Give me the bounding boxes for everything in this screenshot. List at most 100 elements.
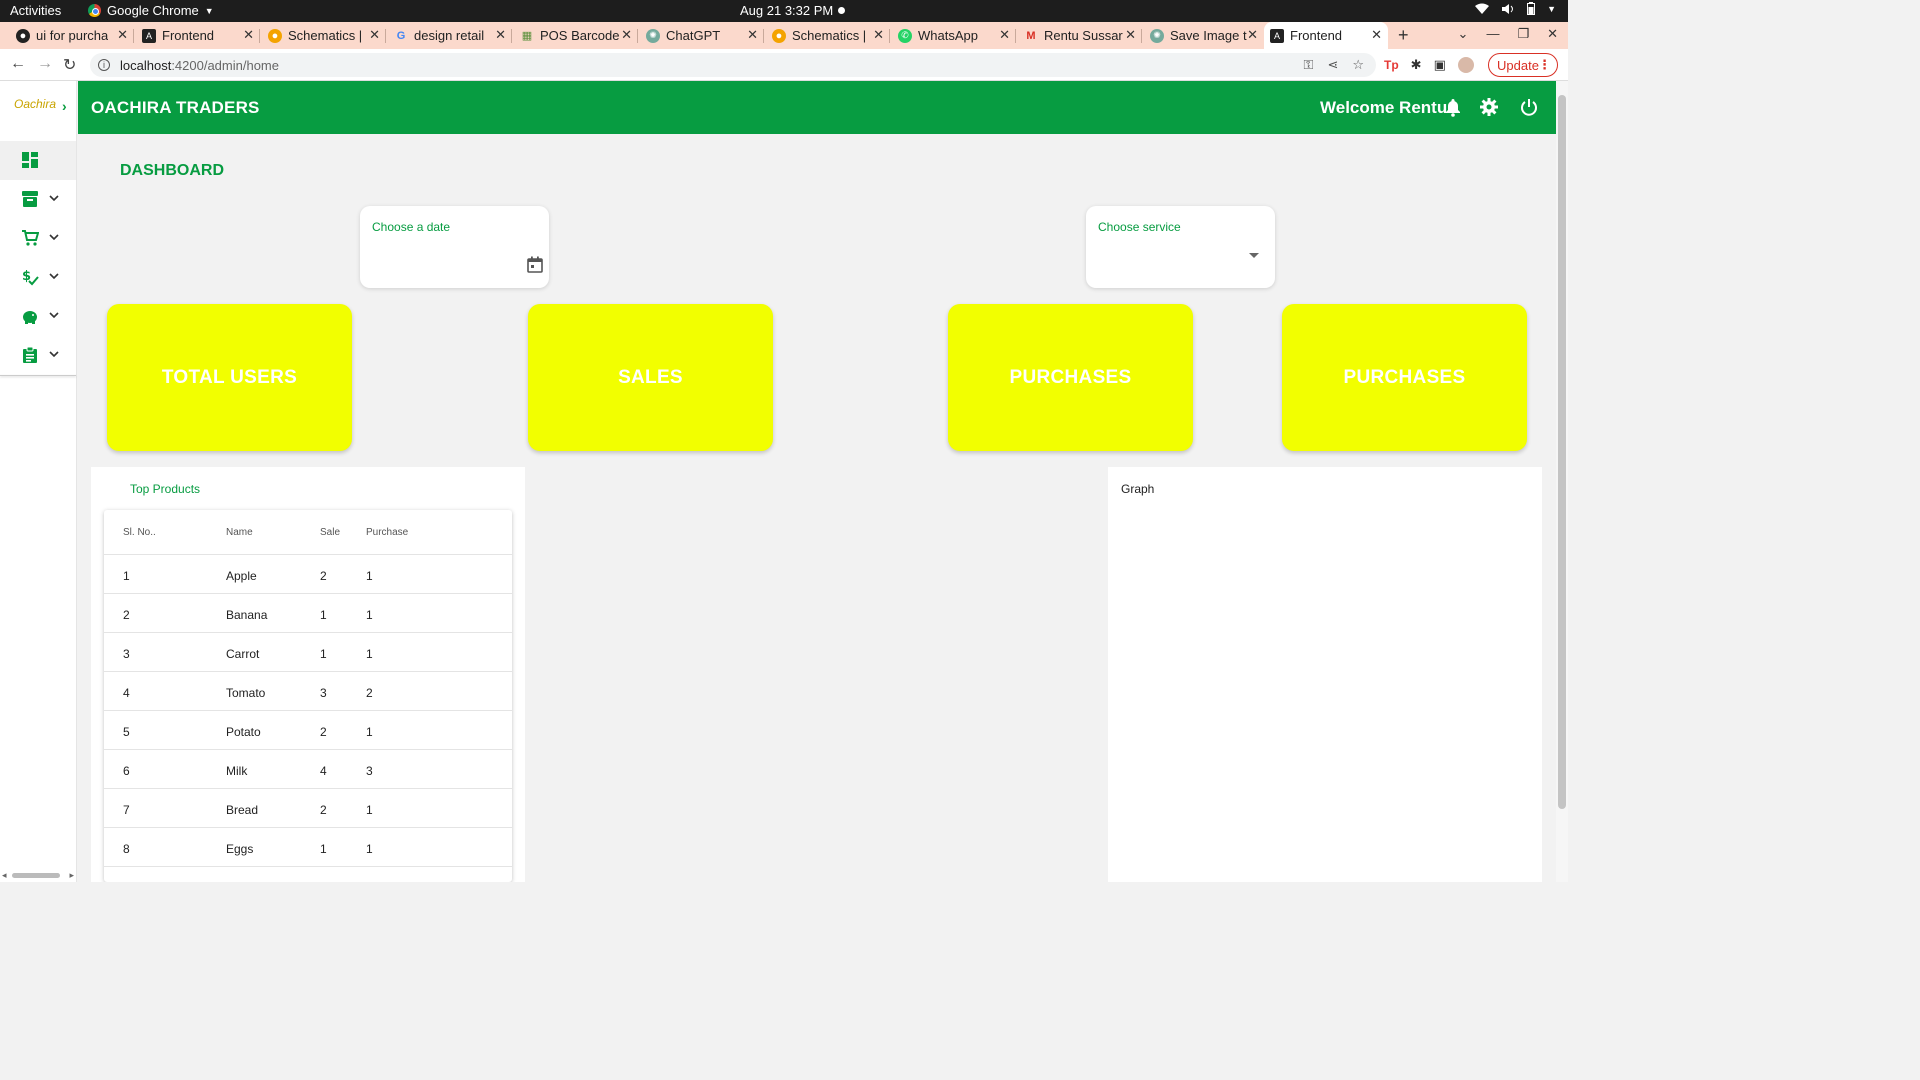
- activities-button[interactable]: Activities: [10, 3, 61, 18]
- angular-icon: A: [1270, 28, 1284, 43]
- browser-tab[interactable]: ● Schematics | ✕: [766, 22, 890, 49]
- close-icon[interactable]: ✕: [495, 27, 506, 43]
- table-row[interactable]: 2 Banana 1 1: [104, 594, 512, 633]
- cell-purchase: 3: [366, 764, 373, 778]
- info-icon[interactable]: i: [98, 59, 110, 71]
- cell-sale: 2: [320, 803, 327, 817]
- cell-name: Carrot: [226, 647, 260, 661]
- url-path: :4200/admin/home: [171, 57, 279, 73]
- star-icon[interactable]: ☆: [1352, 57, 1364, 73]
- battery-icon: [1527, 2, 1536, 15]
- column-header[interactable]: Purchase: [366, 527, 408, 538]
- close-icon[interactable]: ✕: [117, 27, 128, 43]
- minimize-icon[interactable]: —: [1486, 26, 1499, 42]
- close-window-icon[interactable]: ✕: [1547, 26, 1558, 42]
- table-row[interactable]: 8 Eggs 1 1: [104, 828, 512, 867]
- restore-icon[interactable]: ❐: [1517, 26, 1529, 42]
- cell-name: Apple: [226, 569, 257, 583]
- sidebar-item-sales[interactable]: [0, 219, 76, 258]
- table-row[interactable]: 1 Apple 2 1: [104, 555, 512, 594]
- browser-tab[interactable]: ✆ WhatsApp ✕: [892, 22, 1016, 49]
- browser-tab[interactable]: ● Schematics | ✕: [262, 22, 386, 49]
- brand-logo[interactable]: Oachira: [14, 97, 56, 111]
- table-row[interactable]: 3 Carrot 1 1: [104, 633, 512, 672]
- browser-tab[interactable]: ▦ POS Barcode ✕: [514, 22, 638, 49]
- new-tab-button[interactable]: +: [1398, 25, 1409, 46]
- table-row[interactable]: 7 Bread 2 1: [104, 789, 512, 828]
- app-menu[interactable]: Google Chrome ▼: [88, 3, 214, 18]
- power-icon[interactable]: [1519, 97, 1539, 117]
- service-select-field[interactable]: Choose service: [1086, 206, 1275, 288]
- cell-purchase: 1: [366, 842, 373, 856]
- browser-tab[interactable]: G design retail ✕: [388, 22, 512, 49]
- close-icon[interactable]: ✕: [873, 27, 884, 43]
- close-icon[interactable]: ✕: [999, 27, 1010, 43]
- schematics-icon: ●: [268, 28, 282, 43]
- stat-card-purchases-2[interactable]: PURCHASES: [1282, 304, 1527, 451]
- scrollbar-thumb[interactable]: [12, 873, 60, 878]
- graph-panel: Graph: [1108, 467, 1542, 882]
- close-icon[interactable]: ✕: [369, 27, 380, 43]
- browser-tab[interactable]: ● ui for purcha ✕: [10, 22, 134, 49]
- reload-icon[interactable]: ↻: [63, 55, 76, 75]
- browser-tab[interactable]: ✺ Save Image t ✕: [1144, 22, 1264, 49]
- scroll-right-icon[interactable]: ▸: [69, 870, 74, 881]
- table-row[interactable]: 5 Potato 2 1: [104, 711, 512, 750]
- stat-card-purchases[interactable]: PURCHASES: [948, 304, 1193, 451]
- key-icon[interactable]: ⚿: [1304, 57, 1314, 73]
- share-icon[interactable]: ⋖: [1327, 57, 1338, 73]
- date-picker-field[interactable]: Choose a date: [360, 206, 549, 288]
- table-row[interactable]: 4 Tomato 3 2: [104, 672, 512, 711]
- update-button[interactable]: Update ⋮: [1488, 53, 1558, 77]
- close-icon[interactable]: ✕: [1371, 27, 1382, 43]
- browser-tab[interactable]: A Frontend ✕: [136, 22, 260, 49]
- sidebar-item-payments[interactable]: $: [0, 258, 76, 297]
- tab-label: design retail: [414, 28, 485, 43]
- cell-name: Milk: [226, 764, 248, 778]
- table-header-row: Sl. No.. Name Sale Purchase: [104, 510, 512, 555]
- back-arrow-icon[interactable]: ←: [10, 55, 26, 73]
- browser-tab[interactable]: M Rentu Sussar ✕: [1018, 22, 1142, 49]
- avatar[interactable]: [1457, 57, 1474, 73]
- sidebar-item-inventory[interactable]: [0, 180, 76, 219]
- sidebar-item-savings[interactable]: [0, 297, 76, 336]
- scroll-left-icon[interactable]: ◂: [2, 870, 7, 881]
- bell-icon[interactable]: [1443, 97, 1463, 117]
- graph-title: Graph: [1121, 482, 1155, 496]
- caret-down-icon: ▼: [204, 5, 214, 16]
- system-tray[interactable]: ▼: [1475, 2, 1556, 15]
- close-icon[interactable]: ✕: [1247, 27, 1258, 43]
- service-field-label: Choose service: [1098, 220, 1181, 234]
- side-panel-icon[interactable]: ▣: [1434, 57, 1446, 73]
- browser-tab[interactable]: ✺ ChatGPT ✕: [640, 22, 764, 49]
- gear-icon[interactable]: [1479, 97, 1499, 117]
- column-header[interactable]: Sale: [320, 527, 340, 538]
- puzzle-icon[interactable]: ✱: [1411, 57, 1422, 73]
- dropdown-arrow-icon[interactable]: [1249, 253, 1259, 259]
- cell-sale: 1: [320, 842, 327, 856]
- column-header[interactable]: Sl. No..: [123, 527, 156, 538]
- chevron-right-icon[interactable]: ›: [62, 98, 67, 114]
- stat-card-sales[interactable]: SALES: [528, 304, 773, 451]
- close-icon[interactable]: ✕: [621, 27, 632, 43]
- browser-tab-active[interactable]: A Frontend ✕: [1264, 22, 1388, 49]
- tp-extension-icon[interactable]: Tp: [1384, 58, 1399, 72]
- close-icon[interactable]: ✕: [747, 27, 758, 43]
- close-icon[interactable]: ✕: [243, 27, 254, 43]
- page-scrollbar[interactable]: [1556, 81, 1568, 882]
- savings-icon: [23, 311, 37, 324]
- address-bar[interactable]: i localhost:4200/admin/home ⚿ ⋖ ☆: [90, 53, 1376, 77]
- sidebar-scrollbar[interactable]: ◂ ▸: [0, 869, 76, 882]
- calendar-icon[interactable]: [527, 256, 543, 273]
- table-row[interactable]: 6 Milk 4 3: [104, 750, 512, 789]
- scrollbar-thumb[interactable]: [1558, 95, 1566, 809]
- forward-arrow-icon[interactable]: →: [37, 55, 53, 73]
- tab-search-icon[interactable]: ⌄: [1458, 26, 1469, 42]
- close-icon[interactable]: ✕: [1125, 27, 1136, 43]
- sidebar-item-reports[interactable]: [0, 336, 76, 375]
- column-header[interactable]: Name: [226, 527, 253, 538]
- clock[interactable]: Aug 21 3:32 PM: [740, 3, 833, 18]
- url-host: localhost: [120, 57, 172, 73]
- sidebar-item-dashboard[interactable]: [0, 141, 76, 180]
- stat-card-total-users[interactable]: TOTAL USERS: [107, 304, 352, 451]
